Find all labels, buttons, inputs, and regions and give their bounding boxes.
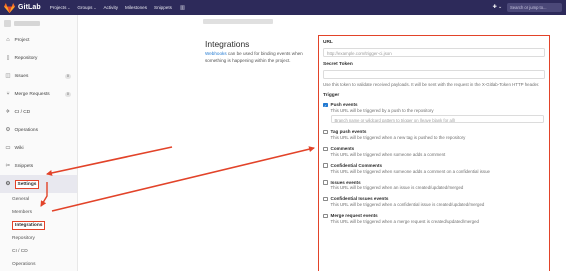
sidebar-item-merge-requests[interactable]: ⑂ Merge Requests 0 — [0, 85, 77, 103]
sidebar-item-repository[interactable]: ▯ Repository — [0, 49, 77, 67]
event-description: This URL will be triggered when a new ta… — [330, 135, 466, 140]
sidebar-item-operations[interactable]: ⚙ Operations — [0, 121, 77, 139]
gear-icon: ⚙ — [5, 181, 11, 187]
merge-request-icon: ⑂ — [6, 91, 10, 97]
sidebar-item-label: Project — [14, 37, 30, 43]
sidebar-item-label: Settings — [14, 179, 40, 189]
sidebar-item-label: Operations — [14, 127, 38, 133]
issues-icon: ◫ — [5, 73, 11, 79]
home-icon: ⌂ — [6, 37, 10, 43]
rocket-icon: ✈ — [5, 109, 11, 115]
trigger-push-events: ✓ Push events This URL will be triggered… — [323, 102, 545, 124]
chevron-down-icon: ⌄ — [67, 6, 71, 10]
project-avatar — [4, 19, 11, 27]
project-header[interactable] — [0, 15, 77, 31]
sidebar-item-issues[interactable]: ◫ Issues 0 — [0, 67, 77, 85]
event-title: Comments — [330, 146, 355, 151]
chart-icon[interactable]: ▥ — [180, 5, 185, 11]
book-icon: ▭ — [5, 145, 11, 151]
event-title: Issues events — [330, 179, 361, 185]
gitlab-tanuki-icon — [4, 2, 15, 13]
trigger-merge-request-events: Merge request events This URL will be tr… — [323, 213, 545, 224]
sidebar-subitem-integrations[interactable]: Integrations — [0, 219, 77, 232]
event-title: Confidential Comments — [330, 162, 383, 168]
gitlab-logo[interactable]: GitLab — [4, 2, 41, 13]
nav-milestones[interactable]: Milestones — [125, 5, 147, 10]
sidebar-subitem-label: Integrations — [12, 221, 46, 230]
nav-activity[interactable]: Activity — [103, 5, 118, 10]
sidebar-subitem-general[interactable]: General — [0, 193, 77, 206]
issues-events-checkbox[interactable] — [323, 180, 328, 185]
url-label: URL — [323, 40, 333, 45]
trigger-tag-push-events: Tag push events This URL will be trigger… — [323, 129, 545, 140]
event-title: Confidential Issues events — [330, 196, 389, 202]
sidebar-item-label: Snippets — [14, 163, 34, 169]
new-dropdown-button[interactable]: ✚ ⌄ — [493, 5, 502, 10]
tag-push-events-checkbox[interactable] — [323, 129, 328, 135]
nav-projects[interactable]: Projects⌄ — [50, 5, 71, 10]
project-name-redacted — [14, 20, 40, 26]
merge-request-events-checkbox[interactable] — [323, 213, 328, 219]
top-navbar: GitLab Projects⌄ Groups⌄ Activity Milest… — [0, 0, 566, 15]
trigger-comments: Comments This URL will be triggered when… — [323, 146, 545, 157]
sidebar-subitem-members[interactable]: Members — [0, 206, 77, 219]
event-description: This URL will be triggered when an issue… — [330, 185, 464, 191]
push-events-checkbox[interactable]: ✓ — [323, 102, 328, 108]
integrations-description: Webhooks can be used for binding events … — [205, 51, 311, 64]
arrow-to-form — [51, 146, 315, 212]
page-title: Integrations — [205, 39, 250, 49]
sidebar-item-settings[interactable]: ⚙ Settings — [0, 175, 77, 193]
sidebar-subitem-operations[interactable]: Operations — [0, 258, 77, 271]
event-title: Tag push events — [330, 129, 367, 135]
sidebar-item-wiki[interactable]: ▭ Wiki — [0, 139, 77, 157]
nav-snippets[interactable]: Snippets — [154, 5, 172, 10]
trigger-label: Trigger — [323, 93, 340, 99]
sidebar-item-label: Wiki — [14, 145, 24, 151]
webhooks-link[interactable]: Webhooks — [205, 51, 227, 56]
sidebar-item-label: Repository — [14, 55, 38, 61]
sidebar-subitem-repository[interactable]: Repository — [0, 232, 77, 245]
branch-filter-input[interactable]: Branch name or wildcard pattern to trigg… — [330, 115, 544, 124]
url-input[interactable]: http://example.com/trigger-ci.json — [323, 48, 545, 57]
repository-icon: ▯ — [6, 55, 10, 61]
sidebar-item-label: CI / CD — [14, 109, 31, 115]
secret-token-label: Secret Token — [323, 62, 353, 67]
sidebar-item-ci-cd[interactable]: ✈ CI / CD — [0, 103, 77, 121]
trigger-confidential-comments: Confidential Comments This URL will be t… — [323, 163, 545, 174]
project-sidebar: ⌂ Project ▯ Repository ◫ Issues 0 ⑂ Merg… — [0, 15, 78, 271]
secret-token-help: Use this token to validate received payl… — [323, 82, 540, 87]
sidebar-subitem-ci-cd[interactable]: CI / CD — [0, 245, 77, 258]
breadcrumb-redacted — [203, 19, 273, 24]
sidebar-item-snippets[interactable]: ✂ Snippets — [0, 157, 77, 175]
event-description: This URL will be triggered when someone … — [330, 168, 490, 174]
trigger-confidential-issues-events: Confidential Issues events This URL will… — [323, 196, 545, 207]
confidential-comments-checkbox[interactable] — [323, 163, 328, 168]
chevron-down-icon: ⌄ — [93, 6, 97, 10]
event-description: This URL will be triggered by a push to … — [330, 108, 434, 114]
webhook-form: URL http://example.com/trigger-ci.json S… — [318, 35, 550, 271]
issues-count-badge: 0 — [64, 73, 71, 79]
event-title: Push events — [330, 102, 358, 108]
event-title: Merge request events — [330, 213, 378, 219]
trigger-issues-events: Issues events This URL will be triggered… — [323, 179, 545, 191]
event-description: This URL will be triggered when a merge … — [330, 218, 479, 224]
event-description: This URL will be triggered when someone … — [330, 151, 446, 157]
brand-name: GitLab — [18, 4, 41, 11]
sidebar-item-label: Merge Requests — [14, 91, 50, 97]
secret-token-input[interactable] — [323, 70, 545, 79]
merge-requests-count-badge: 0 — [64, 91, 71, 97]
event-description: This URL will be triggered when a confid… — [330, 202, 485, 208]
scissors-icon: ✂ — [5, 163, 11, 169]
sidebar-item-label: Issues — [14, 73, 29, 79]
comments-checkbox[interactable] — [323, 146, 328, 151]
nav-groups[interactable]: Groups⌄ — [77, 5, 96, 10]
confidential-issues-events-checkbox[interactable] — [323, 196, 328, 202]
search-input[interactable]: Search or jump to... — [507, 3, 562, 12]
sidebar-item-project[interactable]: ⌂ Project — [0, 31, 77, 49]
operations-icon: ⚙ — [5, 127, 11, 133]
